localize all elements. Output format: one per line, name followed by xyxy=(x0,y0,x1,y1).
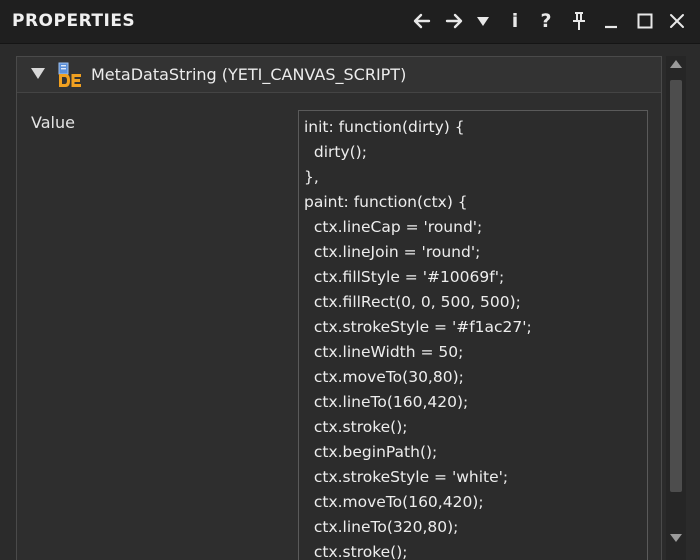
pin-button[interactable] xyxy=(566,8,592,34)
arrow-right-icon xyxy=(445,13,463,29)
title-bar: PROPERTIES i ? xyxy=(0,0,700,44)
scroll-up-arrow-icon[interactable] xyxy=(670,60,682,68)
code-line: ctx.fillStyle = '#10069f'; xyxy=(304,268,505,286)
scroll-down-arrow-icon[interactable] xyxy=(670,534,682,542)
maximize-button[interactable] xyxy=(632,8,658,34)
de-icon xyxy=(58,62,81,87)
info-icon: i xyxy=(511,10,519,32)
code-line: ctx.lineWidth = 50; xyxy=(304,343,464,361)
help-button[interactable]: ? xyxy=(533,8,559,34)
minimize-button[interactable] xyxy=(598,8,624,34)
code-line: init: function(dirty) { xyxy=(304,118,465,136)
scroll-thumb[interactable] xyxy=(670,80,682,492)
back-button[interactable] xyxy=(409,8,435,34)
info-button[interactable]: i xyxy=(502,8,528,34)
code-line: ctx.beginPath(); xyxy=(304,443,438,461)
section-header[interactable]: MetaDataString (YETI_CANVAS_SCRIPT) xyxy=(17,57,661,93)
menu-dropdown-button[interactable] xyxy=(470,8,496,34)
minimize-icon xyxy=(605,25,617,29)
section-title: MetaDataString (YETI_CANVAS_SCRIPT) xyxy=(91,65,407,84)
code-line: }, xyxy=(304,168,319,186)
value-code-editor[interactable]: init: function(dirty) { dirty(); }, pain… xyxy=(298,110,648,560)
code-line: dirty(); xyxy=(304,143,367,161)
metadata-section: MetaDataString (YETI_CANVAS_SCRIPT) Valu… xyxy=(16,56,662,560)
close-icon xyxy=(670,14,684,28)
code-line: ctx.lineCap = 'round'; xyxy=(304,218,483,236)
value-label: Value xyxy=(31,113,75,132)
code-line: ctx.lineTo(320,80); xyxy=(304,518,459,536)
panel-title: PROPERTIES xyxy=(12,11,136,31)
collapse-triangle-icon[interactable] xyxy=(31,68,45,79)
code-line: ctx.strokeStyle = '#f1ac27'; xyxy=(304,318,532,336)
forward-button[interactable] xyxy=(441,8,467,34)
help-icon: ? xyxy=(540,10,552,32)
code-line: ctx.stroke(); xyxy=(304,418,408,436)
arrow-left-icon xyxy=(413,13,431,29)
code-line: ctx.moveTo(30,80); xyxy=(304,368,464,386)
code-line: ctx.stroke(); xyxy=(304,543,408,560)
pin-icon xyxy=(573,12,585,30)
code-line: ctx.lineTo(160,420); xyxy=(304,393,469,411)
code-line: ctx.lineJoin = 'round'; xyxy=(304,243,481,261)
code-line: ctx.fillRect(0, 0, 500, 500); xyxy=(304,293,521,311)
triangle-down-icon xyxy=(477,17,489,26)
maximize-icon xyxy=(637,13,653,29)
properties-panel: PROPERTIES i ? MetaDataString (YETI_CANV… xyxy=(0,0,700,560)
code-line: ctx.strokeStyle = 'white'; xyxy=(304,468,509,486)
vertical-scrollbar[interactable] xyxy=(666,56,686,560)
close-button[interactable] xyxy=(664,8,690,34)
code-line: ctx.moveTo(160,420); xyxy=(304,493,484,511)
code-line: paint: function(ctx) { xyxy=(304,193,468,211)
